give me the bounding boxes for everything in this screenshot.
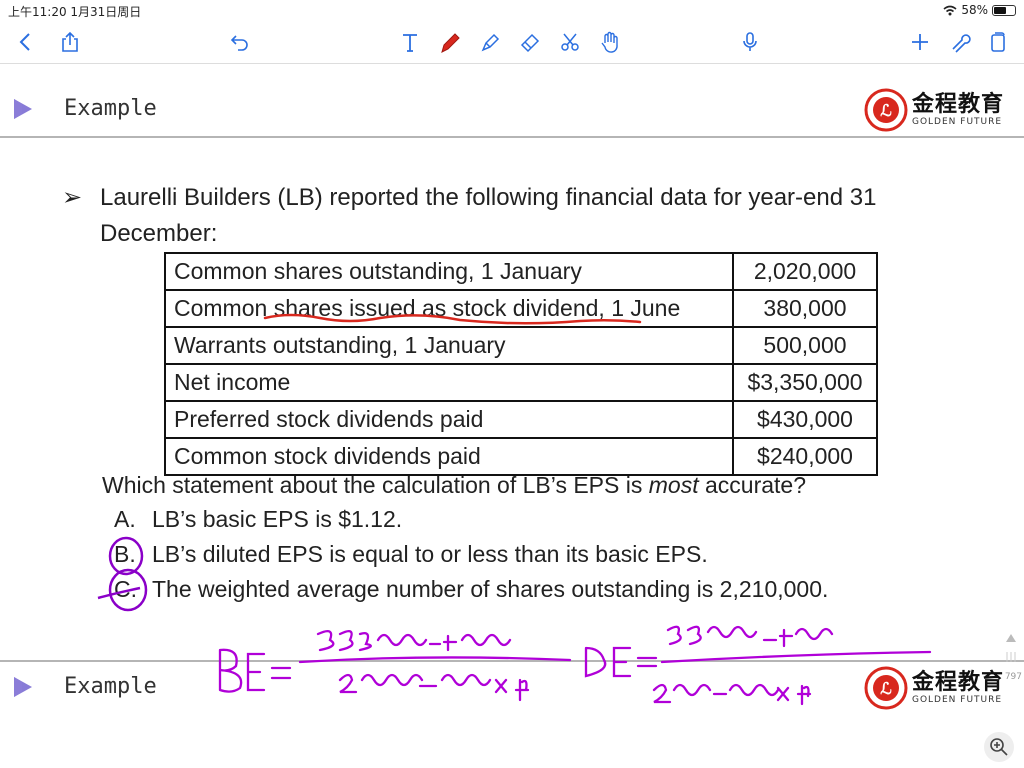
table-row: Warrants outstanding, 1 January 500,000 [164,326,878,365]
option-letter: B. [114,541,136,567]
eraser-icon[interactable] [514,26,546,58]
brand-name-cn: 金程教育 [911,670,1004,695]
pen-icon[interactable] [434,26,466,58]
row-label: Net income [164,363,734,402]
table-row: Common shares issued as stock dividend, … [164,289,878,328]
wrench-icon[interactable] [944,26,976,58]
table-row: Common stock dividends paid $240,000 [164,437,878,476]
row-label: Preferred stock dividends paid [164,400,734,439]
option-letter: C. [114,576,137,602]
share-icon[interactable] [54,26,86,58]
svg-text:ℒ: ℒ [880,679,892,698]
brand-logo: ℒ 金程教育 GOLDEN FUTURE [864,88,1004,132]
play-logo-icon [14,99,32,119]
battery-icon [992,4,1016,16]
financial-data-table: Common shares outstanding, 1 January 2,02… [164,252,878,476]
row-label: Common shares issued as stock dividend, … [164,289,734,328]
option-letter: A. [114,506,136,532]
wifi-icon [943,5,957,15]
option-c: C. The weighted average number of shares … [114,576,828,603]
row-value: 2,020,000 [732,252,878,291]
question-text: Which statement about the calculation of… [102,472,806,499]
section-title: Example [64,96,157,121]
table-row: Preferred stock dividends paid $430,000 [164,400,878,439]
question-emphasis: most [648,472,699,498]
option-b: B. LB’s diluted EPS is equal to or less t… [114,541,708,568]
notes-toolbar [0,20,1024,64]
row-label: Warrants outstanding, 1 January [164,326,734,365]
back-icon[interactable] [10,26,42,58]
brand-name-cn: 金程教育 [911,92,1004,117]
section-title: Example [64,674,157,699]
zoom-in-icon[interactable] [984,732,1014,762]
battery-percent: 58% [961,3,988,17]
bullet-arrow-icon: ➢ [62,184,83,211]
brand-name-en: GOLDEN FUTURE [911,117,1003,127]
svg-text:ℒ: ℒ [880,101,892,120]
play-logo-icon [14,677,32,697]
page-icon[interactable] [982,26,1014,58]
page-scroll-indicator[interactable] [1004,632,1018,692]
brand-logo: ℒ 金程教育 GOLDEN FUTURE [864,666,1004,710]
hand-icon[interactable] [594,26,626,58]
intro-paragraph: ➢ Laurelli Builders (LB) reported the fo… [62,180,922,252]
question-post: accurate? [698,472,807,498]
slide-content: ➢ Laurelli Builders (LB) reported the fo… [0,140,1024,660]
option-text: LB’s basic EPS is $1.12. [152,506,403,532]
undo-icon[interactable] [224,26,256,58]
page-number: 797 [1004,672,1022,682]
row-label: Common shares outstanding, 1 January [164,252,734,291]
row-value: $240,000 [732,437,878,476]
golden-future-seal-icon: ℒ [864,666,908,710]
next-slide-header: Example ℒ 金程教育 GOLDEN FUTURE [0,660,1024,720]
table-row: Net income $3,350,000 [164,363,878,402]
row-label: Common stock dividends paid [164,437,734,476]
status-indicators: 58% [943,3,1016,17]
battery-level [994,6,1006,14]
microphone-icon[interactable] [734,26,766,58]
option-text: LB’s diluted EPS is equal to or less tha… [152,541,708,567]
status-bar: 上午11:20 1月31日周日 58% [0,0,1024,20]
row-value: $430,000 [732,400,878,439]
brand-name-en: GOLDEN FUTURE [911,695,1003,705]
intro-text: Laurelli Builders (LB) reported the foll… [100,184,877,247]
golden-future-seal-icon: ℒ [864,88,908,132]
question-pre: Which statement about the calculation of… [102,472,649,498]
slide-header: Example ℒ 金程教育 GOLDEN FUTURE [0,84,1024,138]
text-tool-icon[interactable] [394,26,426,58]
lasso-icon[interactable] [554,26,586,58]
option-a: A. LB’s basic EPS is $1.12. [114,506,402,533]
status-time: 上午11:20 1月31日周日 [8,5,142,19]
row-value: 380,000 [732,289,878,328]
add-icon[interactable] [904,26,936,58]
option-text: The weighted average number of shares ou… [152,576,829,602]
table-row: Common shares outstanding, 1 January 2,02… [164,252,878,291]
highlighter-icon[interactable] [474,26,506,58]
row-value: 500,000 [732,326,878,365]
row-value: $3,350,000 [732,363,878,402]
